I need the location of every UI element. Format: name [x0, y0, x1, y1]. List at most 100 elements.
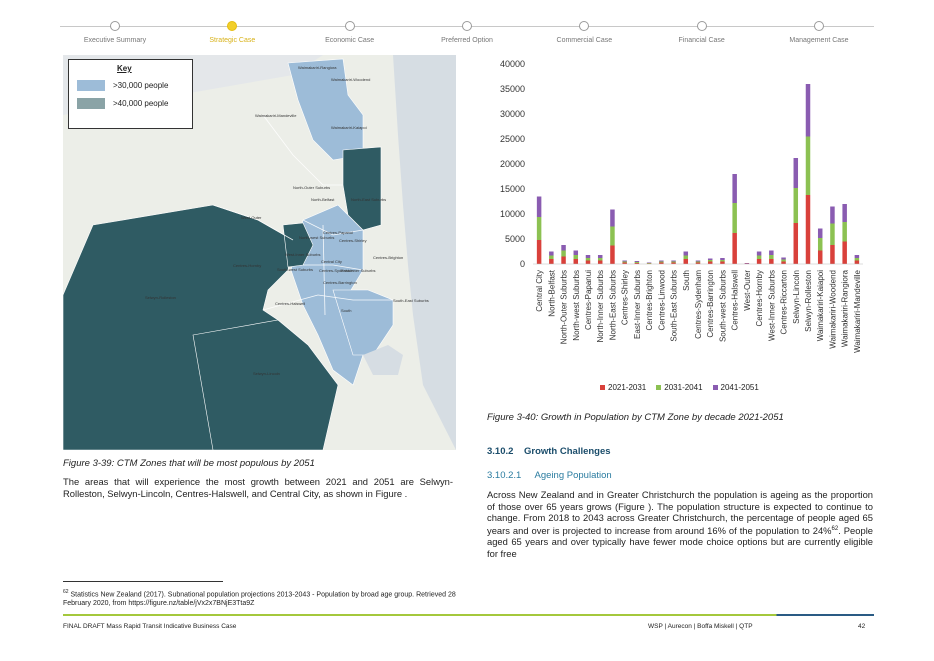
footnote: 62 Statistics New Zealand (2017). Subnat… [63, 588, 463, 608]
x-tick-label: East-Inner Suburbs [633, 270, 642, 339]
map-label: Selwyn-Rolleston [145, 295, 176, 300]
bar-segment [610, 209, 615, 227]
footer-authors: WSP | Aurecon | Boffa Miskell | QTP [648, 623, 753, 630]
bar-segment [756, 251, 762, 256]
legend-title: Key [117, 64, 132, 73]
stepper-label: Financial Case [678, 37, 725, 44]
map-label: North-west Suburbs [299, 235, 335, 240]
map-legend: Key >30,000 people >40,000 people [68, 59, 193, 129]
x-tick-label: Centres-Shirley [621, 270, 630, 325]
bar-segment [805, 136, 811, 195]
bar-segment [597, 260, 603, 264]
x-tick-label: Centres-Brighton [645, 270, 654, 330]
chart-legend-swatch [656, 385, 662, 390]
bar-segment [585, 255, 591, 258]
bar-segment [756, 259, 762, 264]
stepper-step[interactable]: Executive Summary [55, 18, 175, 44]
map-label: North-Outer Suburbs [293, 185, 331, 190]
subsection-heading: 3.10.2.1 Ageing Population [487, 470, 612, 481]
bar-segment [695, 260, 701, 262]
bar-segment [573, 259, 579, 264]
stepper-dot [814, 21, 824, 31]
document-page: Executive Summary Strategic Case Economic … [0, 0, 934, 661]
x-tick-label: Centres-Linwood [657, 270, 666, 330]
map-label: Waimakariri-Woodend [331, 77, 371, 82]
right-paragraph-text: Across New Zealand and in Greater Christ… [487, 489, 873, 536]
bar-segment [732, 174, 737, 203]
bar-segment [817, 250, 823, 264]
stepper-label: Strategic Case [209, 37, 256, 44]
y-tick-label: 15000 [500, 184, 525, 194]
bar-segment [769, 250, 774, 255]
x-tick-label: North-East Suburbs [608, 270, 617, 340]
bar-segment [610, 245, 615, 264]
bar-segment [707, 258, 713, 260]
footer-title: FINAL DRAFT Mass Rapid Transit Indicativ… [63, 623, 237, 630]
bar-segment [830, 223, 835, 245]
x-tick-label: Centres-Halswell [731, 270, 740, 331]
map-label: Centres-Brighton [373, 255, 404, 260]
stepper-dot [344, 21, 355, 31]
bar-segment [793, 158, 799, 188]
x-tick-label: North-west Suburbs [572, 270, 581, 341]
stepper-dot [110, 21, 120, 31]
right-paragraph: Across New Zealand and in Greater Christ… [487, 489, 873, 559]
bar-segment [549, 251, 554, 256]
bar-segment [573, 250, 579, 255]
stepper-label: Preferred Option [441, 37, 493, 44]
bar-segment [793, 188, 799, 223]
bar-segment [720, 261, 725, 264]
bar-segment [634, 261, 640, 262]
stepper-step[interactable]: Management Case [759, 18, 879, 44]
bar-segment [610, 226, 615, 246]
ctm-zone-map: Waimakariri-Rangiora Waimakariri-Woodend W… [63, 55, 456, 450]
bar-segment [732, 233, 737, 264]
x-tick-label: Centres-Sydenham [694, 270, 703, 339]
chart-legend-swatch [600, 385, 605, 390]
map-label: West-Outer [241, 215, 262, 220]
bar-segment [744, 263, 750, 264]
x-tick-label: Waimakariri-Kaiapoi [816, 270, 825, 342]
stepper-step[interactable]: Commercial Case [524, 18, 644, 44]
bar-segment [842, 222, 847, 242]
bar-segment [622, 260, 627, 262]
stepper-step[interactable]: Financial Case [642, 18, 762, 44]
x-tick-label: Centres-Riccarton [780, 270, 789, 334]
chart-legend-item: 2041-2051 [712, 383, 759, 392]
y-tick-label: 40000 [500, 59, 525, 69]
bar-segment [622, 261, 627, 263]
x-tick-label: North-Inner Suburbs [596, 270, 605, 342]
stepper-step[interactable]: Strategic Case [172, 18, 292, 44]
x-tick-label: Waimakariri-Woodend [828, 270, 837, 349]
footer-rule [63, 614, 874, 616]
y-tick-label: 30000 [500, 109, 525, 119]
x-tick-label: North-Outer Suburbs [560, 270, 569, 344]
bar-segment [585, 260, 591, 264]
footnote-text: Statistics New Zealand (2017). Subnation… [63, 591, 456, 608]
map-label: Selwyn-Lincoln [253, 371, 280, 376]
y-tick-label: 35000 [500, 84, 525, 94]
y-tick-label: 0 [520, 259, 525, 269]
legend-label-30000: >30,000 people [113, 81, 169, 90]
stepper-dot [227, 21, 238, 31]
chart-legend: 2021-2031 2031-2041 2041-2051 [600, 383, 769, 392]
subsection-title: Ageing Population [534, 470, 612, 481]
map-label: East-Inner Suburbs [341, 268, 376, 273]
map-label: Centres-Shirley [339, 238, 367, 243]
bar-segment [683, 259, 689, 264]
map-label: West-Inner Suburbs [285, 252, 321, 257]
bar-segment [683, 255, 689, 259]
map-label: North-East Suburbs [351, 197, 387, 202]
stepper-step[interactable]: Preferred Option [407, 18, 527, 44]
x-tick-label: Centres-Papanui [584, 270, 593, 330]
bar-segment [536, 196, 542, 217]
map-label: Centres-Halswell [275, 301, 306, 306]
map-label: Centres-Hornby [233, 263, 262, 268]
bar-segment [817, 228, 823, 238]
bar-segment [769, 259, 774, 264]
bar-segment [597, 258, 603, 261]
bar-segment [817, 238, 823, 251]
bar-segment [671, 261, 676, 263]
bar-segment [805, 195, 811, 264]
stepper-step[interactable]: Economic Case [290, 18, 410, 44]
